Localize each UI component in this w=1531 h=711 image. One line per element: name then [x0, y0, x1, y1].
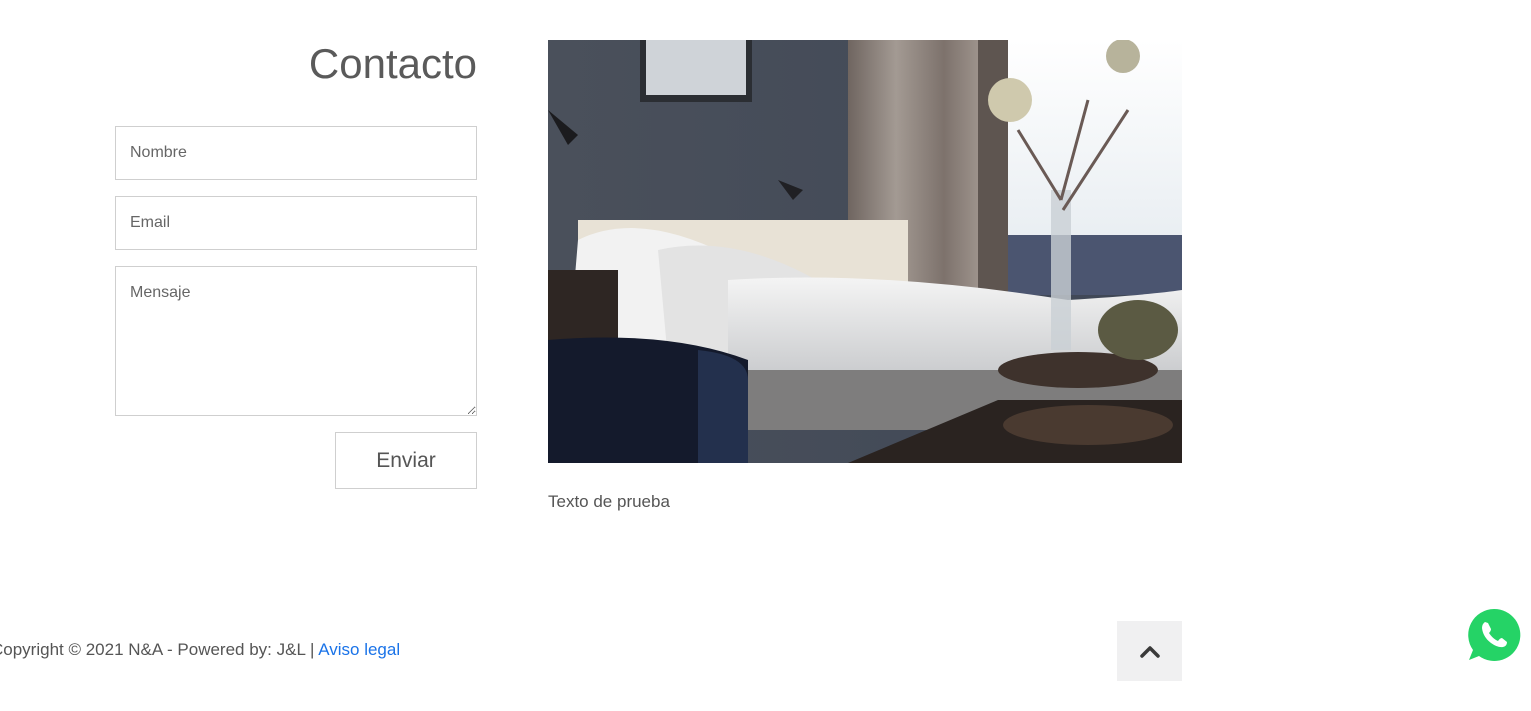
message-field[interactable]: [115, 266, 477, 416]
whatsapp-button[interactable]: [1466, 607, 1522, 663]
copyright-text: Copyright © 2021 N&A - Powered by: J&L |: [0, 640, 315, 659]
caption-text: Texto de prueba: [548, 492, 670, 511]
footer-copyright: Copyright © 2021 N&A - Powered by: J&L |…: [0, 640, 400, 660]
legal-notice-link[interactable]: Aviso legal: [318, 640, 400, 659]
whatsapp-icon: [1468, 608, 1521, 661]
chevron-up-icon: [1139, 646, 1160, 658]
email-field[interactable]: [115, 196, 477, 250]
name-field[interactable]: [115, 126, 477, 180]
back-to-top-button[interactable]: [1117, 621, 1182, 681]
send-button[interactable]: Enviar: [335, 432, 477, 489]
page-title: Contacto: [308, 40, 477, 87]
bedroom-photo: [548, 40, 1182, 463]
